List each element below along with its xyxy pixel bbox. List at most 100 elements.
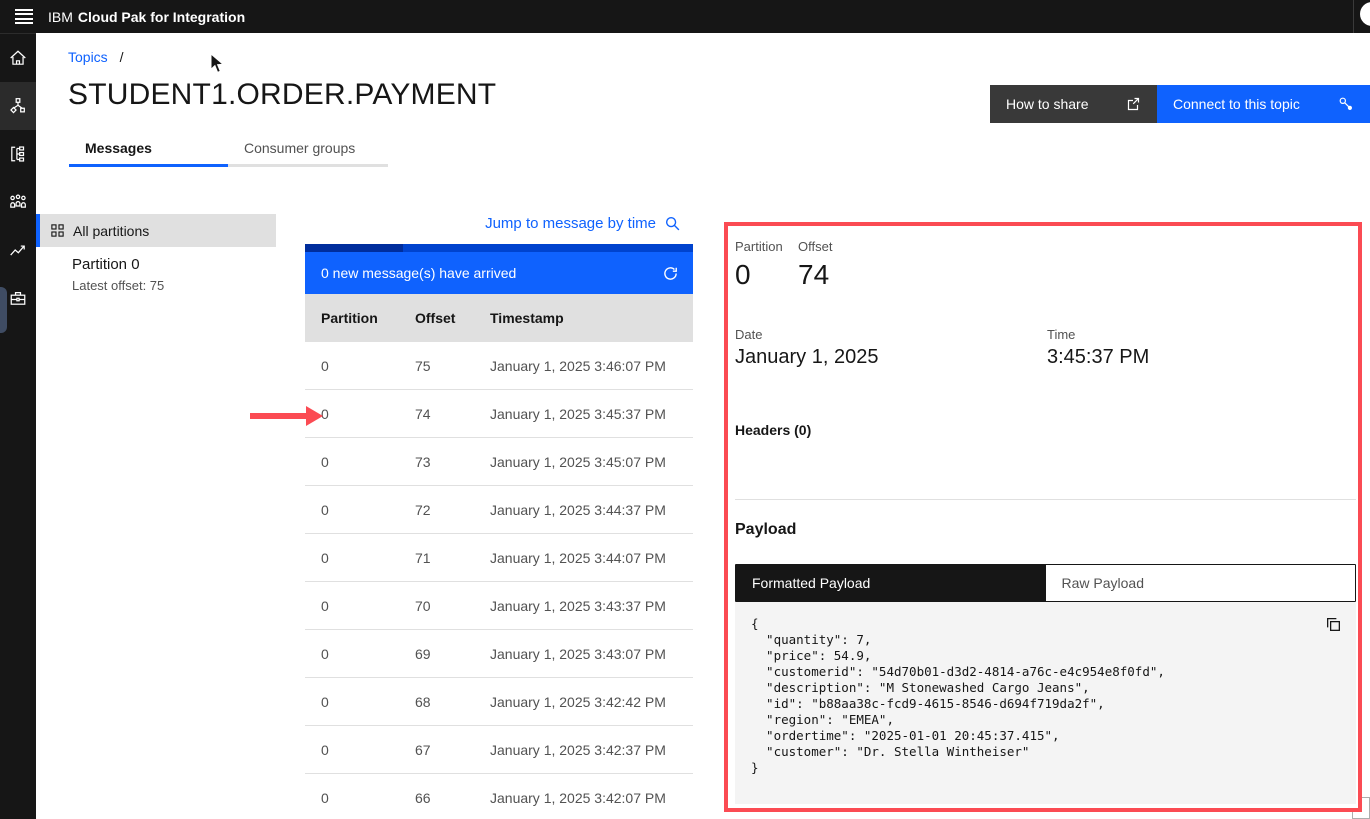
event-streams-topic-page: IBM Cloud Pak for Integration — [0, 0, 1370, 819]
brand-name: Cloud Pak for Integration — [78, 9, 245, 25]
cell-offset: 75 — [415, 358, 490, 374]
detail-headers-label: Headers (0) — [735, 422, 811, 438]
cell-partition: 0 — [321, 454, 415, 470]
new-messages-text: 0 new message(s) have arrived — [321, 265, 516, 281]
how-to-share-button[interactable]: How to share — [990, 85, 1157, 123]
launch-icon — [1125, 96, 1141, 112]
cell-partition: 0 — [321, 598, 415, 614]
red-arrow-pointer — [250, 405, 324, 427]
refresh-icon[interactable] — [662, 265, 679, 282]
partition-0-item[interactable]: Partition 0 Latest offset: 75 — [72, 256, 164, 293]
cell-partition: 0 — [321, 694, 415, 710]
app-header: IBM Cloud Pak for Integration — [0, 0, 1370, 33]
detail-offset-value: 74 — [798, 259, 829, 291]
cell-timestamp: January 1, 2025 3:45:37 PM — [490, 406, 693, 422]
connect-to-topic-button[interactable]: Connect to this topic — [1157, 85, 1370, 123]
cell-timestamp: January 1, 2025 3:42:07 PM — [490, 790, 693, 806]
breadcrumb-separator: / — [120, 49, 124, 65]
cell-offset: 73 — [415, 454, 490, 470]
table-row[interactable]: 069January 1, 2025 3:43:07 PM — [305, 630, 693, 678]
toolbox-icon — [9, 289, 27, 307]
all-partitions-item[interactable]: All partitions — [36, 214, 276, 247]
cell-offset: 66 — [415, 790, 490, 806]
detail-time-label: Time — [1047, 327, 1075, 342]
cell-offset: 71 — [415, 550, 490, 566]
col-header-partition: Partition — [321, 310, 415, 326]
partition-0-label: Partition 0 — [72, 256, 164, 273]
mouse-cursor — [210, 53, 225, 74]
cell-offset: 72 — [415, 502, 490, 518]
sidebar-item-consumer-groups[interactable] — [0, 178, 36, 226]
cell-offset: 68 — [415, 694, 490, 710]
cell-partition: 0 — [321, 790, 415, 806]
sidebar-item-home[interactable] — [0, 34, 36, 82]
table-row[interactable]: 067January 1, 2025 3:42:37 PM — [305, 726, 693, 774]
side-navigation — [0, 33, 36, 819]
detail-offset-label: Offset — [798, 239, 832, 254]
topology-icon — [9, 97, 27, 115]
tab-consumer-groups-label: Consumer groups — [244, 140, 355, 156]
detail-time-value: 3:45:37 PM — [1047, 346, 1149, 369]
cell-offset: 67 — [415, 742, 490, 758]
cell-timestamp: January 1, 2025 3:46:07 PM — [490, 358, 693, 374]
new-messages-banner[interactable]: 0 new message(s) have arrived — [305, 252, 693, 294]
table-row[interactable]: 072January 1, 2025 3:44:37 PM — [305, 486, 693, 534]
search-icon — [664, 215, 681, 232]
formatted-payload-label: Formatted Payload — [752, 575, 870, 591]
hamburger-bars — [15, 6, 33, 27]
payload-heading: Payload — [735, 521, 796, 539]
table-row[interactable]: 073January 1, 2025 3:45:07 PM — [305, 438, 693, 486]
col-header-offset: Offset — [415, 310, 490, 326]
payload-json: { "quantity": 7, "price": 54.9, "custome… — [751, 616, 1356, 776]
cell-timestamp: January 1, 2025 3:42:42 PM — [490, 694, 693, 710]
breadcrumb-topics-link[interactable]: Topics — [68, 49, 108, 65]
sidebar-item-schema[interactable] — [0, 130, 36, 178]
payload-code-area: { "quantity": 7, "price": 54.9, "custome… — [735, 602, 1356, 804]
tab-messages[interactable]: Messages — [69, 132, 228, 167]
messages-table-header: Partition Offset Timestamp — [305, 294, 693, 342]
all-partitions-label: All partitions — [73, 223, 149, 239]
cell-partition: 0 — [321, 550, 415, 566]
table-row[interactable]: 071January 1, 2025 3:44:07 PM — [305, 534, 693, 582]
latest-offset-label: Latest offset: 75 — [72, 278, 164, 293]
table-row[interactable]: 070January 1, 2025 3:43:37 PM — [305, 582, 693, 630]
how-to-share-label: How to share — [1006, 96, 1088, 112]
messages-table: Partition Offset Timestamp 075January 1,… — [305, 294, 693, 819]
sidebar-item-topology[interactable] — [0, 82, 36, 130]
table-row[interactable]: 068January 1, 2025 3:42:42 PM — [305, 678, 693, 726]
cell-offset: 70 — [415, 598, 490, 614]
hamburger-menu-icon[interactable] — [4, 0, 44, 33]
detail-date-label: Date — [735, 327, 762, 342]
raw-payload-tab[interactable]: Raw Payload — [1046, 565, 1356, 601]
cell-partition: 0 — [321, 646, 415, 662]
grid-icon — [50, 223, 65, 238]
page-title: STUDENT1.ORDER.PAYMENT — [68, 78, 496, 112]
floating-widget-edge[interactable] — [0, 287, 7, 333]
detail-partition-value: 0 — [735, 259, 751, 291]
formatted-payload-tab[interactable]: Formatted Payload — [736, 565, 1046, 601]
cell-timestamp: January 1, 2025 3:45:07 PM — [490, 454, 693, 470]
plug-icon — [1338, 96, 1354, 112]
payload-content-switcher: Formatted Payload Raw Payload — [735, 564, 1356, 602]
tab-messages-label: Messages — [85, 140, 152, 156]
table-row[interactable]: 074January 1, 2025 3:45:37 PM — [305, 390, 693, 438]
brand-prefix: IBM — [48, 9, 73, 25]
jump-to-message-by-time[interactable]: Jump to message by time — [305, 207, 693, 239]
header-divider — [1353, 0, 1354, 33]
table-row[interactable]: 075January 1, 2025 3:46:07 PM — [305, 342, 693, 390]
progress-strip-dark-segment — [305, 244, 403, 252]
copy-icon[interactable] — [1325, 616, 1342, 633]
sidebar-item-monitoring[interactable] — [0, 226, 36, 274]
table-row[interactable]: 066January 1, 2025 3:42:07 PM — [305, 774, 693, 819]
tab-consumer-groups[interactable]: Consumer groups — [228, 132, 388, 167]
cell-offset: 69 — [415, 646, 490, 662]
connect-to-topic-label: Connect to this topic — [1173, 96, 1300, 112]
detail-date-value: January 1, 2025 — [735, 346, 878, 369]
cell-timestamp: January 1, 2025 3:43:37 PM — [490, 598, 693, 614]
breadcrumb: Topics / — [68, 49, 123, 65]
avatar[interactable] — [1360, 2, 1370, 26]
home-icon — [9, 49, 27, 67]
detail-divider — [735, 499, 1356, 500]
groups-icon — [9, 193, 27, 211]
jump-link-label: Jump to message by time — [485, 215, 656, 232]
